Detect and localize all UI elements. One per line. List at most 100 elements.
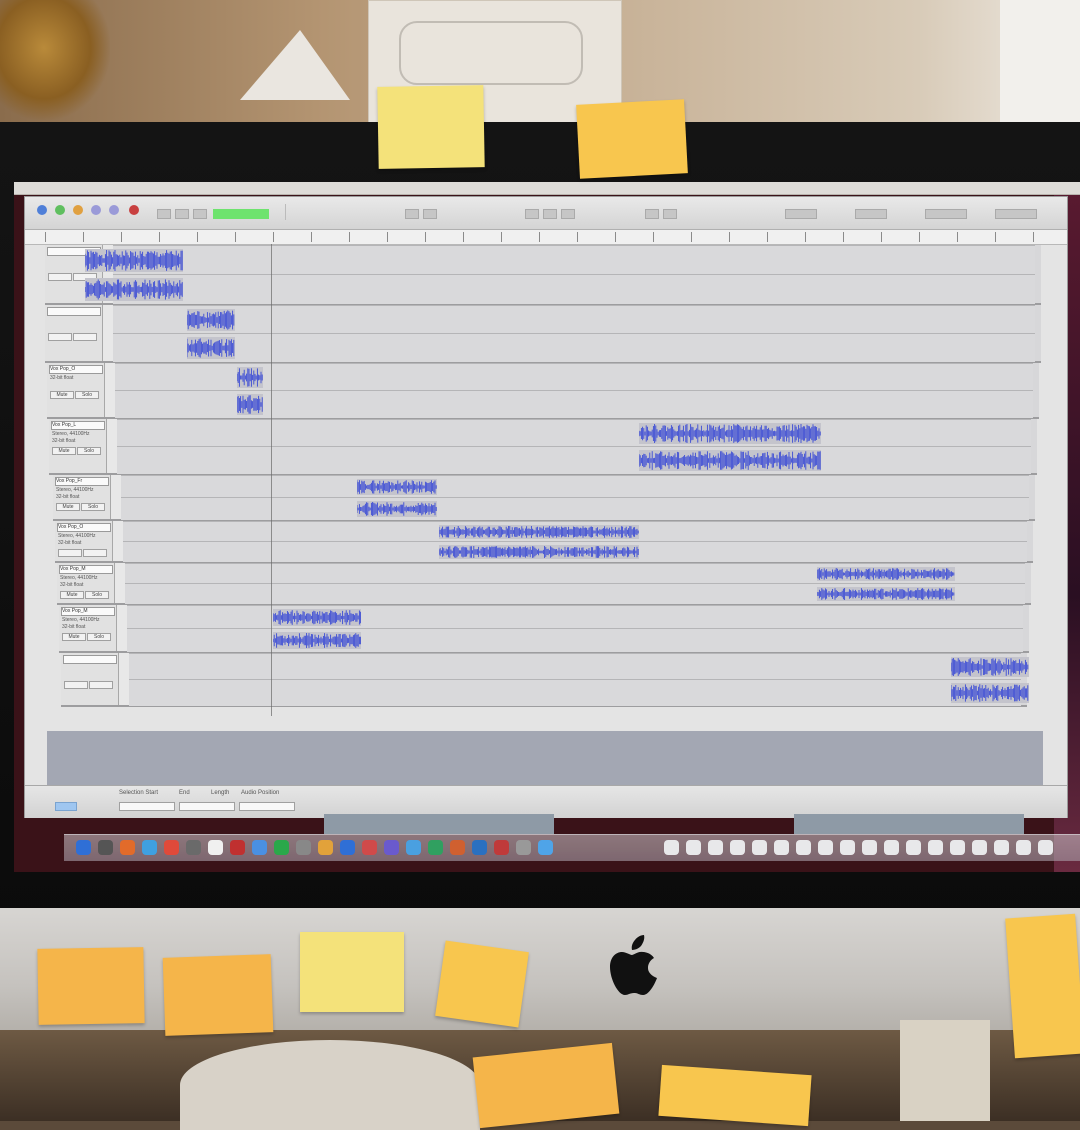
audio-clip-waveform[interactable] [187, 309, 235, 331]
track-name-menu[interactable]: Vox Pop_O [49, 365, 103, 374]
left-channel[interactable] [129, 653, 1029, 680]
dock-minimized-window[interactable] [928, 840, 943, 855]
audio-clip-waveform[interactable] [237, 394, 263, 415]
dock-minimized-window[interactable] [818, 840, 833, 855]
solo-button[interactable]: Solo [87, 633, 111, 641]
audio-clip-waveform[interactable] [951, 683, 1029, 703]
audio-clip-waveform[interactable] [439, 525, 639, 539]
audio-clip-waveform[interactable] [273, 632, 361, 649]
audio-track[interactable] [61, 653, 1029, 707]
dock-app-icon[interactable] [318, 840, 333, 855]
track-name-menu[interactable]: Vox Pop_Fr [55, 477, 109, 486]
right-channel[interactable] [117, 446, 1031, 474]
dock-app-icon[interactable] [208, 840, 223, 855]
dock-app-icon[interactable] [494, 840, 509, 855]
solo-button[interactable]: Solo [75, 391, 99, 399]
audio-clip-waveform[interactable] [273, 609, 361, 626]
audio-position-field[interactable] [239, 802, 295, 811]
dock-app-icon[interactable] [252, 840, 267, 855]
track-name-menu[interactable]: Vox Pop_L [51, 421, 105, 430]
mute-button[interactable] [48, 333, 72, 341]
audio-track[interactable] [45, 305, 1041, 363]
dock-app-icon[interactable] [120, 840, 135, 855]
track-control-panel[interactable] [61, 653, 119, 705]
left-channel[interactable] [85, 245, 1035, 275]
left-channel[interactable] [113, 305, 1035, 334]
right-channel[interactable] [115, 390, 1033, 418]
dock-app-icon[interactable] [186, 840, 201, 855]
mute-button[interactable]: Mute [60, 591, 84, 599]
mute-button[interactable] [64, 681, 88, 689]
track-name-menu[interactable] [47, 307, 101, 316]
copy-icon[interactable] [543, 209, 557, 219]
dock-app-icon[interactable] [230, 840, 245, 855]
dock-app-icon[interactable] [472, 840, 487, 855]
envelope-tool-icon[interactable] [175, 209, 189, 219]
right-channel[interactable] [129, 679, 1029, 706]
track-control-panel[interactable] [45, 305, 103, 361]
dock-app-icon[interactable] [516, 840, 531, 855]
track-control-panel[interactable]: Vox Pop_O 32-bit float Mute Solo [47, 363, 105, 417]
dock-app-icon[interactable] [76, 840, 91, 855]
audio-clip-waveform[interactable] [85, 278, 183, 301]
background-window[interactable] [794, 814, 1024, 834]
audio-clip-waveform[interactable] [439, 545, 639, 559]
cut-icon[interactable] [525, 209, 539, 219]
track-control-panel[interactable]: Vox Pop_M Stereo, 44100Hz 32-bit float M… [57, 563, 115, 603]
right-channel[interactable] [127, 628, 1023, 652]
left-channel[interactable] [117, 419, 1031, 447]
solo-button[interactable] [89, 681, 113, 689]
solo-button[interactable]: Solo [77, 447, 101, 455]
host-select[interactable] [855, 209, 887, 219]
track-control-panel[interactable]: Vox Pop_Fr Stereo, 44100Hz 32-bit float … [53, 475, 111, 519]
track-control-panel[interactable]: Vox Pop_M Stereo, 44100Hz 32-bit float M… [59, 605, 117, 651]
solo-button[interactable] [73, 333, 97, 341]
dock-minimized-window[interactable] [686, 840, 701, 855]
dock-minimized-window[interactable] [884, 840, 899, 855]
dock-app-icon[interactable] [142, 840, 157, 855]
mute-button[interactable] [48, 273, 72, 281]
dock-minimized-window[interactable] [862, 840, 877, 855]
audio-track[interactable]: Vox Pop_L Stereo, 44100Hz 32-bit float M… [49, 419, 1037, 475]
left-channel[interactable] [123, 521, 1027, 542]
solo-button[interactable]: Solo [85, 591, 109, 599]
track-control-panel[interactable]: Vox Pop_L Stereo, 44100Hz 32-bit float M… [49, 419, 107, 473]
solo-button[interactable] [83, 549, 107, 557]
playhead-cursor[interactable] [271, 244, 272, 716]
dock-app-icon[interactable] [296, 840, 311, 855]
mute-button[interactable]: Mute [50, 391, 74, 399]
dock-app-icon[interactable] [164, 840, 179, 855]
dock-app-icon[interactable] [450, 840, 465, 855]
right-channel[interactable] [85, 274, 1035, 304]
track-name-menu[interactable] [63, 655, 117, 664]
mute-button[interactable] [58, 549, 82, 557]
input-device-select[interactable] [925, 209, 967, 219]
dock-app-icon[interactable] [406, 840, 421, 855]
dock-app-icon[interactable] [384, 840, 399, 855]
playback-meter[interactable] [213, 209, 269, 219]
draw-tool-icon[interactable] [193, 209, 207, 219]
solo-button[interactable]: Solo [81, 503, 105, 511]
audio-clip-waveform[interactable] [817, 587, 955, 601]
selection-end-field[interactable] [179, 802, 235, 811]
audio-clip-waveform[interactable] [639, 423, 821, 444]
paste-icon[interactable] [561, 209, 575, 219]
audio-clip-waveform[interactable] [187, 337, 235, 359]
pause-icon[interactable] [37, 205, 47, 215]
dock-minimized-window[interactable] [906, 840, 921, 855]
audio-clip-waveform[interactable] [639, 450, 821, 471]
dock-app-icon[interactable] [428, 840, 443, 855]
track-name-menu[interactable]: Vox Pop_M [59, 565, 113, 574]
empty-track-area[interactable] [47, 731, 1043, 785]
timeline-ruler[interactable] [25, 230, 1067, 245]
skip-start-icon[interactable] [91, 205, 101, 215]
dock-minimized-window[interactable] [1038, 840, 1053, 855]
mute-button[interactable]: Mute [52, 447, 76, 455]
redo-icon[interactable] [663, 209, 677, 219]
track-name-menu[interactable]: Vox Pop_O [57, 523, 111, 532]
audio-clip-waveform[interactable] [817, 567, 955, 581]
audio-track[interactable]: Vox Pop_Fr Stereo, 44100Hz 32-bit float … [53, 475, 1035, 521]
channels-select[interactable] [995, 209, 1037, 219]
play-icon[interactable] [55, 205, 65, 215]
dock-minimized-window[interactable] [664, 840, 679, 855]
